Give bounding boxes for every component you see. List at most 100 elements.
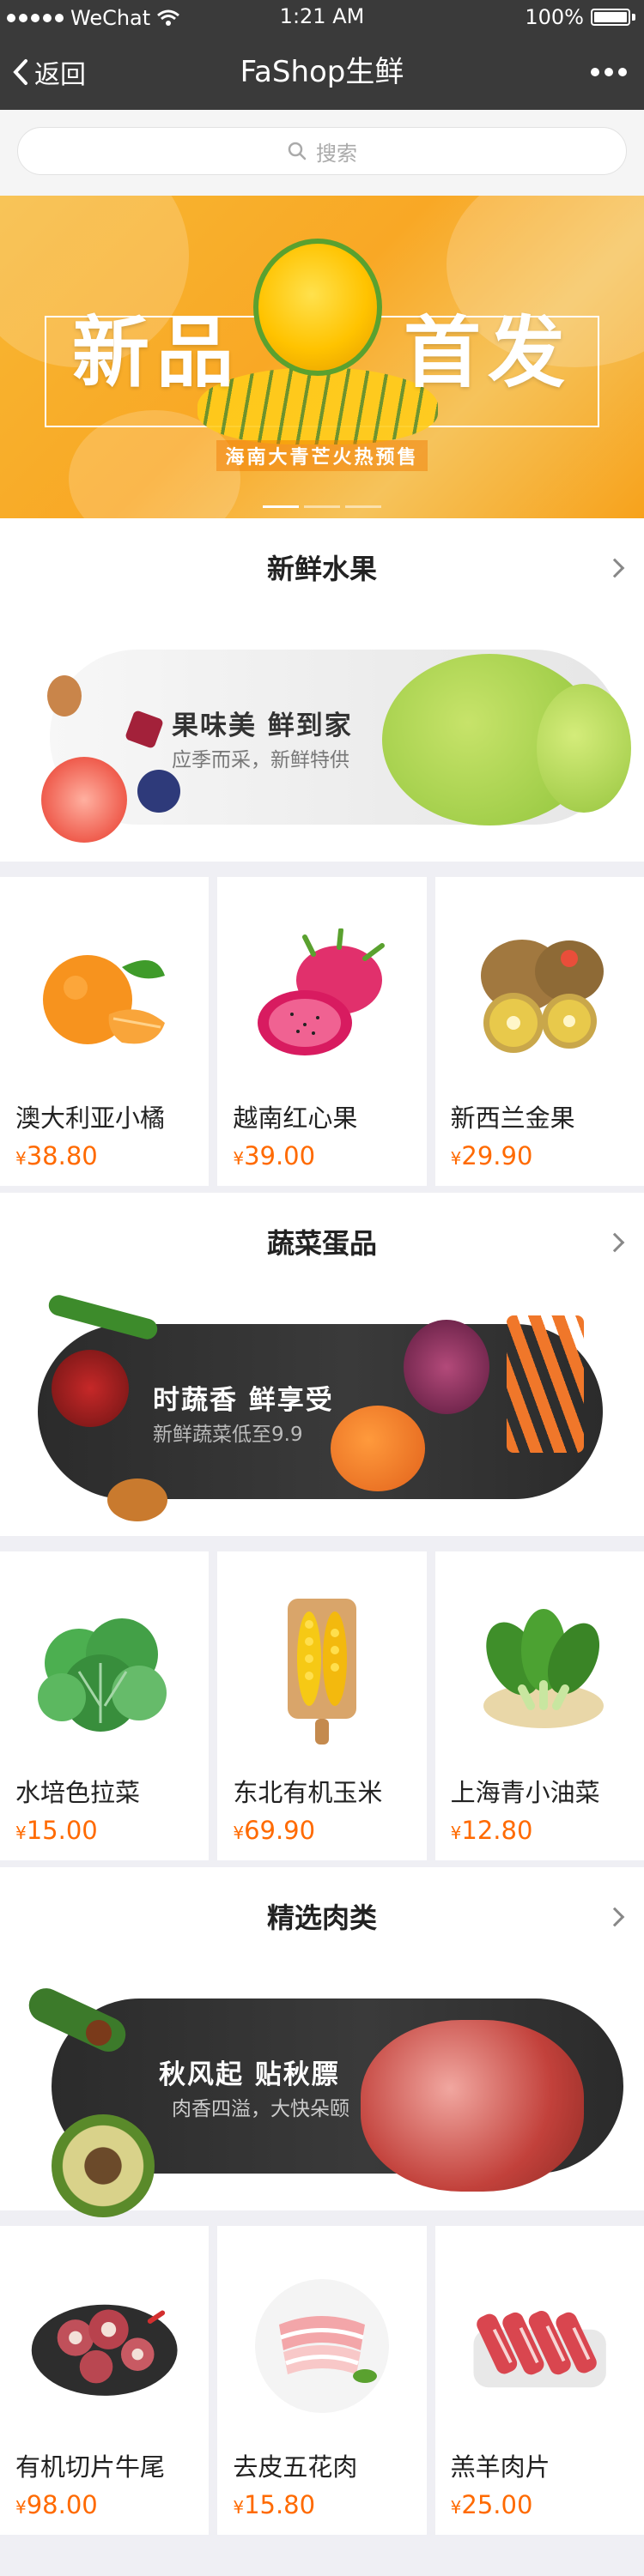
promo-banner-vegetables[interactable]: 时蔬香 鲜享受 新鲜蔬菜低至9.9: [0, 1292, 644, 1536]
currency-symbol: ¥: [233, 2497, 245, 2518]
product-price: ¥39.00: [233, 1141, 315, 1170]
currency-symbol: ¥: [15, 1823, 27, 1843]
search-input[interactable]: 搜索: [17, 127, 627, 175]
carousel-dot[interactable]: [263, 505, 299, 508]
currency-symbol: ¥: [15, 2497, 27, 2518]
kiwi-icon: [461, 911, 618, 1083]
product-name: 去皮五花肉: [233, 2452, 358, 2482]
more-dot-icon: [618, 68, 627, 76]
price-value: 38.80: [26, 1141, 98, 1170]
pork-belly-icon: [243, 2260, 400, 2432]
banner-headline-left: 新品: [72, 308, 240, 398]
banner-carousel[interactable]: 新品 首发 海南大青芒火热预售: [0, 196, 644, 518]
currency-symbol: ¥: [450, 1823, 462, 1843]
product-name: 有机切片牛尾: [15, 2452, 166, 2482]
product-name: 新西兰金果: [450, 1104, 575, 1133]
product-card[interactable]: 有机切片牛尾 ¥98.00: [0, 2226, 210, 2535]
product-name: 水培色拉菜: [15, 1778, 141, 1807]
product-name: 羔羊肉片: [450, 2452, 550, 2482]
corn-icon: [243, 1586, 400, 1757]
promo-subtitle: 肉香四溢，大快朵颐: [172, 2098, 349, 2120]
section-meat: 精选肉类 秋风起 贴秋膘 肉香四溢，大快朵颐: [0, 1867, 644, 2217]
promo-subtitle: 应季而采，新鲜特供: [172, 749, 349, 771]
carousel-indicators: [0, 505, 644, 508]
avocado-image: [52, 2114, 155, 2217]
product-card[interactable]: 澳大利亚小橘 ¥38.80: [0, 877, 210, 1186]
search-placeholder: 搜索: [316, 141, 357, 166]
product-name: 澳大利亚小橘: [15, 1104, 166, 1133]
price-value: 15.00: [26, 1816, 98, 1845]
currency-symbol: ¥: [450, 2497, 462, 2518]
product-card[interactable]: 上海青小油菜 ¥12.80: [434, 1551, 644, 1860]
section-header-fruit[interactable]: 新鲜水果: [0, 518, 644, 620]
carousel-dot[interactable]: [304, 505, 340, 508]
red-cabbage-image: [404, 1320, 489, 1414]
product-name: 上海青小油菜: [450, 1778, 600, 1807]
product-card[interactable]: 越南红心果 ¥39.00: [217, 877, 427, 1186]
spacer: [0, 1186, 644, 1193]
search-bar: 搜索: [0, 110, 644, 196]
spacer: [0, 1860, 644, 1867]
ribs-meat-image: [361, 2020, 584, 2192]
product-name: 东北有机玉米: [233, 1778, 383, 1807]
currency-symbol: ¥: [450, 1148, 462, 1169]
pumpkin-image: [331, 1406, 425, 1491]
product-name: 越南红心果: [233, 1104, 358, 1133]
product-card[interactable]: 羔羊肉片 ¥25.00: [434, 2226, 644, 2535]
price-value: 25.00: [461, 2490, 533, 2519]
section-header-vegetables[interactable]: 蔬菜蛋品: [0, 1193, 644, 1294]
spoon-image: [107, 1478, 167, 1521]
promo-subtitle: 新鲜蔬菜低至9.9: [153, 1424, 303, 1446]
price-value: 39.00: [244, 1141, 316, 1170]
more-dot-icon: [605, 68, 613, 76]
currency-symbol: ¥: [233, 1823, 245, 1843]
status-bar: WeChat 1:21 AM 100%: [0, 0, 644, 34]
section-title: 新鲜水果: [266, 553, 377, 585]
section-title: 精选肉类: [266, 1902, 377, 1934]
banner-subline-text: 海南大青芒火热预售: [216, 440, 428, 471]
section-header-meat[interactable]: 精选肉类: [0, 1867, 644, 1968]
price-value: 98.00: [26, 2490, 98, 2519]
more-dot-icon: [591, 68, 599, 76]
product-price: ¥25.00: [451, 2490, 533, 2519]
nav-bar: 返回 FaShop生鲜: [0, 34, 644, 110]
blueberry-image: [137, 770, 180, 813]
carousel-dot[interactable]: [345, 505, 381, 508]
oxtail-icon: [26, 2260, 183, 2432]
search-icon: [288, 142, 307, 160]
grapefruit-image: [41, 757, 127, 843]
status-right: 100%: [525, 5, 635, 29]
price-value: 29.90: [461, 1141, 533, 1170]
star-anise-image: [86, 2020, 112, 2046]
product-row-fruit: 澳大利亚小橘 ¥38.80 越南红心果 ¥39.00 新西兰金果 ¥29.90: [0, 868, 644, 1186]
green-mango-image: [537, 684, 631, 813]
product-card[interactable]: 新西兰金果 ¥29.90: [434, 877, 644, 1186]
product-card[interactable]: 东北有机玉米 ¥69.90: [217, 1551, 427, 1860]
product-price: ¥98.00: [15, 2490, 98, 2519]
price-value: 12.80: [461, 1816, 533, 1845]
carrot-image: [507, 1315, 584, 1453]
promo-title: 秋风起 贴秋膘: [159, 2059, 340, 2090]
banner-headline: 新品 首发: [0, 290, 644, 402]
dragonfruit-icon: [243, 911, 400, 1083]
product-price: ¥12.80: [451, 1816, 533, 1845]
product-price: ¥15.80: [233, 2490, 315, 2519]
section-title: 蔬菜蛋品: [266, 1227, 377, 1260]
promo-title: 果味美 鲜到家: [172, 711, 353, 741]
more-button[interactable]: [591, 34, 627, 110]
section-vegetables: 蔬菜蛋品 时蔬香 鲜享受 新鲜蔬菜低至9.9: [0, 1193, 644, 1536]
promo-banner-fruit[interactable]: 果味美 鲜到家 应季而采，新鲜特供: [0, 620, 644, 862]
lettuce-icon: [26, 1586, 183, 1757]
battery-icon: [591, 9, 630, 26]
banner-subline: 海南大青芒火热预售: [0, 440, 644, 471]
product-price: ¥15.00: [15, 1816, 98, 1845]
orange-icon: [26, 911, 183, 1083]
onion-image: [47, 675, 82, 717]
product-card[interactable]: 去皮五花肉 ¥15.80: [217, 2226, 427, 2535]
product-price: ¥29.90: [451, 1141, 533, 1170]
product-card[interactable]: 水培色拉菜 ¥15.00: [0, 1551, 210, 1860]
bokchoy-icon: [461, 1586, 618, 1757]
banner-headline-right: 首发: [404, 308, 572, 398]
product-price: ¥38.80: [15, 1141, 98, 1170]
promo-banner-meat[interactable]: 秋风起 贴秋膘 肉香四溢，大快朵颐: [0, 1968, 644, 2217]
